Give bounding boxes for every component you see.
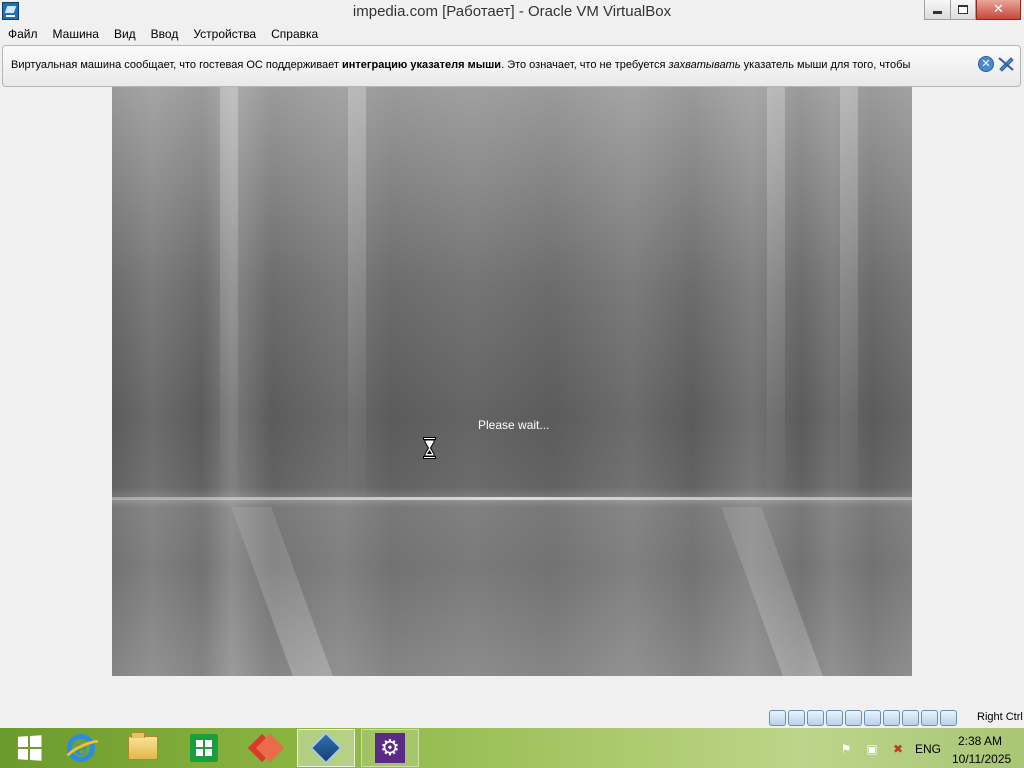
notice-do-not-show-icon[interactable] xyxy=(997,56,1015,72)
floor-light xyxy=(721,507,823,676)
input-language[interactable]: ENG xyxy=(915,742,941,756)
internet-explorer-icon: e xyxy=(67,734,95,762)
system-tray: ⚑ ▣ ✖ xyxy=(838,742,916,756)
device-icons xyxy=(769,710,959,726)
menu-view[interactable]: Вид xyxy=(108,27,142,41)
please-wait-text: Please wait... xyxy=(478,418,550,432)
virtualbox-icon xyxy=(310,732,342,764)
notice-text-part1: Виртуальная машина сообщает, что гостева… xyxy=(11,59,343,71)
start-button[interactable] xyxy=(0,729,58,767)
taskbar-windows-store[interactable] xyxy=(175,729,233,767)
taskbar-virtualbox[interactable] xyxy=(297,729,355,767)
host-key-label[interactable]: Right Ctrl xyxy=(977,711,1023,723)
taskbar-internet-explorer[interactable]: e xyxy=(52,729,110,767)
virtualization-icon[interactable] xyxy=(940,710,957,726)
menu-input[interactable]: Ввод xyxy=(145,27,185,41)
menu-help[interactable]: Справка xyxy=(265,27,324,41)
notice-text-italic: захватывать xyxy=(668,59,741,71)
audio-icon[interactable] xyxy=(807,710,824,726)
menu-devices[interactable]: Устройства xyxy=(187,27,262,41)
volume-muted-icon[interactable]: ✖ xyxy=(890,742,906,756)
taskbar-file-explorer[interactable] xyxy=(114,729,172,767)
file-explorer-icon xyxy=(128,732,158,760)
network-icon[interactable] xyxy=(826,710,843,726)
clock-date[interactable]: 10/11/2025 xyxy=(952,752,1011,766)
taskbar-settings[interactable]: ⚙ xyxy=(361,729,419,767)
minimize-button[interactable] xyxy=(924,0,950,20)
video-capture-icon[interactable] xyxy=(902,710,919,726)
notice-text-bold: интеграцию указателя мыши xyxy=(342,59,502,71)
title-bar: impedia.com [Работает] - Oracle VM Virtu… xyxy=(0,0,1024,23)
windows-logo-icon xyxy=(17,735,42,761)
windows-store-icon xyxy=(190,734,218,762)
light-beam xyxy=(767,87,785,517)
gear-icon: ⚙ xyxy=(375,733,405,763)
close-icon: ✕ xyxy=(993,2,1004,17)
taskbar-gns3[interactable] xyxy=(237,729,295,767)
gns3-icon xyxy=(250,734,282,762)
maximize-button[interactable] xyxy=(950,0,976,20)
minimize-icon xyxy=(933,11,942,14)
horizon-line xyxy=(112,497,912,500)
mouse-integration-icon[interactable] xyxy=(921,710,938,726)
guest-display[interactable]: Please wait... xyxy=(112,87,912,676)
close-button[interactable]: ✕ xyxy=(976,0,1021,20)
display-icon[interactable] xyxy=(883,710,900,726)
light-beam xyxy=(840,87,858,517)
clock-time[interactable]: 2:38 AM xyxy=(958,734,1002,748)
action-center-flag-icon[interactable]: ⚑ xyxy=(838,742,854,756)
notice-close-icon[interactable]: ✕ xyxy=(978,56,994,72)
shared-folders-icon[interactable] xyxy=(864,710,881,726)
window-title: impedia.com [Работает] - Oracle VM Virtu… xyxy=(352,3,672,20)
mouse-integration-notice: Виртуальная машина сообщает, что гостева… xyxy=(2,45,1021,87)
menu-machine[interactable]: Машина xyxy=(47,27,105,41)
network-tray-icon[interactable]: ▣ xyxy=(864,742,880,756)
notice-message: Виртуальная машина сообщает, что гостева… xyxy=(11,59,910,71)
notice-text-part3: указатель мыши для того, чтобы xyxy=(740,59,911,71)
hourglass-cursor-icon xyxy=(423,437,436,459)
light-beam xyxy=(348,87,366,517)
floor-light xyxy=(231,507,333,676)
vm-status-bar: Right Ctrl xyxy=(0,708,1024,728)
restore-icon xyxy=(958,5,968,14)
optical-drive-icon[interactable] xyxy=(788,710,805,726)
notice-text-part2: . Это означает, что не требуется xyxy=(501,59,669,71)
hard-disk-icon[interactable] xyxy=(769,710,786,726)
usb-icon[interactable] xyxy=(845,710,862,726)
menu-file[interactable]: Файл xyxy=(2,27,44,41)
menu-bar: Файл Машина Вид Ввод Устройства Справка xyxy=(0,23,1024,44)
light-beam xyxy=(220,87,238,517)
